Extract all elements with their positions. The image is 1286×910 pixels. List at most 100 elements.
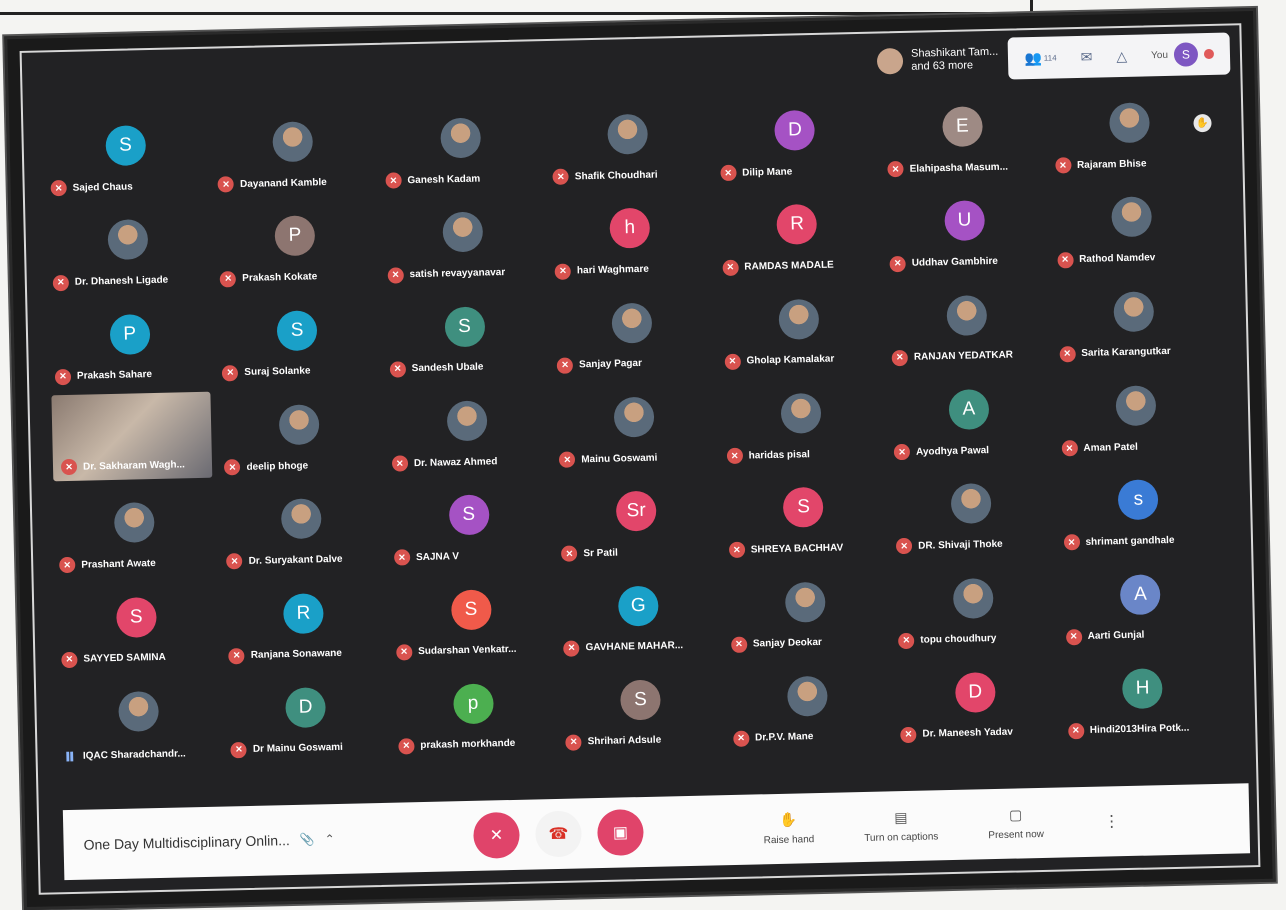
chat-icon[interactable]: ✉ [1080,48,1092,65]
participant-tile[interactable]: A ✕ Ayodhya Pawal [884,368,1054,466]
camera-toggle-button[interactable]: ▣ [596,809,644,857]
participant-tile[interactable]: ✕ Shafik Choudhari [543,93,713,191]
mic-off-icon: ✕ [889,255,906,272]
participant-tile[interactable]: D ✕ Dr Mainu Goswami [221,666,391,764]
participant-photo [1113,291,1155,332]
participant-tile[interactable]: p ✕ prakash morkhande [388,663,558,761]
participant-tile[interactable]: D ✕ Dr. Maneesh Yadav [891,651,1061,749]
more-vert-icon[interactable]: ⋮ [1103,811,1119,831]
participant-tile[interactable]: ✕ Rathod Namdev [1047,176,1217,274]
hangup-button[interactable]: ☎ [534,810,583,858]
participant-tile[interactable]: R ✕ RAMDAS MADALE [713,184,883,282]
mic-off-icon: ✕ [489,827,504,845]
raise-hand-button[interactable]: ✋ Raise hand [763,811,815,847]
participant-tile[interactable]: R ✕ Ranjana Sonawane [219,572,389,670]
participant-tile[interactable]: G ✕ GAVHANE MAHAR... [554,565,724,663]
participant-tile[interactable]: S ✕ SAYYED SAMINA [52,576,222,674]
participant-tile[interactable]: S ✕ Suraj Solanke [213,289,383,387]
participant-tile[interactable]: ✕ Rajaram Bhise ✋ [1045,82,1215,180]
participant-photo [113,502,155,544]
meeting-details[interactable]: One Day Multidisciplinary Onlin... 📎 ⌃ [83,829,403,853]
participant-name: Sr Patil [583,547,619,560]
participant-tile[interactable]: ✕ RANJAN YEDATKAR [882,274,1052,372]
participant-tile[interactable]: S ✕ Shrihari Adsule [556,659,726,757]
attachment-icon[interactable]: 📎 [300,832,315,846]
participant-label: ✕ SAJNA V [393,549,459,567]
participant-tile[interactable]: ✕ DR. Shivaji Thoke [886,463,1056,561]
participant-tile[interactable]: S ✕ SHREYA BACHHAV [719,467,889,565]
participant-tile[interactable]: S ✕ Sudarshan Venkatr... [386,568,556,666]
participant-tile[interactable]: ✕ Dr.P.V. Mane [723,655,893,753]
participant-tile[interactable]: ✕ Gholap Kamalakar [715,278,885,376]
participant-tile[interactable]: ✕ Ganesh Kadam [376,97,546,195]
participant-tile[interactable]: E ✕ Elahipasha Masum... [878,86,1048,184]
participant-avatar: p [452,683,494,725]
participant-tile[interactable]: S ✕ Sajed Chaus [41,105,211,203]
mic-off-icon: ✕ [59,557,76,574]
mic-toggle-button[interactable]: ✕ [472,811,521,859]
mic-off-icon: ✕ [896,538,913,555]
people-icon[interactable]: 👥 114 [1024,49,1057,67]
self-view[interactable]: You S [1150,42,1215,67]
participant-photo [441,211,483,253]
participant-name: Prashant Awate [81,557,156,571]
participant-photo [785,581,827,623]
participant-label: ✕ DR. Shivaji Thoke [896,536,1003,555]
participant-tile[interactable]: ✕ Prashant Awate [49,482,219,580]
participant-tile[interactable]: ✕ Dr. Suryakant Dalve [217,478,387,576]
participant-tile[interactable]: U ✕ Uddhav Gambhire [880,180,1050,278]
participant-name: Shafik Choudhari [574,169,658,183]
participant-tile[interactable]: S ✕ SAJNA V [384,474,554,572]
participant-tile[interactable]: P ✕ Prakash Kokate [210,195,380,293]
participant-label: ✕ hari Waghmare [554,261,649,280]
participant-tile[interactable]: H ✕ Hindi2013Hira Potk... [1058,647,1228,745]
participant-tile[interactable]: ✕ Aman Patel [1052,365,1222,463]
participant-tile[interactable]: ✕ Sanjay Pagar [547,282,717,380]
participant-name: RAMDAS MADALE [744,259,834,273]
participant-tile[interactable]: ✕ Sarita Karangutkar [1049,270,1219,368]
action-buttons: ✋ Raise hand ▤ Turn on captions ▢ Presen… [763,806,1044,846]
captions-button[interactable]: ▤ Turn on captions [864,808,939,845]
participant-name: Dr. Maneesh Yadav [922,727,1013,741]
you-label: You [1150,49,1169,61]
participant-label: ✕ Rathod Namdev [1056,250,1155,269]
participant-tile[interactable]: ✕ Dayanand Kamble [208,101,378,199]
participant-tile[interactable]: ▐▌ IQAC Sharadchandr... [54,670,224,768]
presenter-info[interactable]: Shashikant Tam... and 63 more [876,46,999,75]
participant-tile[interactable]: ✕ deelip bhoge [215,384,385,482]
participant-tile[interactable]: h ✕ hari Waghmare [545,188,715,286]
participant-tile[interactable]: ✕ Dr. Dhanesh Ligade [43,199,213,297]
participant-tile[interactable]: s ✕ shrimant gandhale [1054,459,1224,557]
participant-label: ✕ RANJAN YEDATKAR [891,347,1013,367]
participant-name: Dr Mainu Goswami [252,742,344,756]
mic-off-icon: ✕ [391,455,409,472]
participant-tile[interactable]: ✕ topu choudhury [889,557,1059,655]
participant-tile[interactable]: ✕ haridas pisal [717,372,887,470]
participant-tile[interactable]: ✕ Dr. Sakharam Wagh... [51,391,213,482]
mic-off-icon: ✕ [398,738,415,755]
activities-icon[interactable]: △ [1116,47,1127,64]
participant-name: satish revayyanavar [409,267,506,281]
participant-tile[interactable]: Sr ✕ Sr Patil [552,470,722,568]
raise-hand-label: Raise hand [763,834,815,847]
participant-photo [1115,385,1157,427]
participant-tile[interactable]: ✕ satish revayyanavar [378,191,548,289]
participant-avatar: E [941,106,983,148]
mic-off-icon: ✕ [387,266,404,284]
present-button[interactable]: ▢ Present now [988,806,1044,841]
chevron-up-icon[interactable]: ⌃ [325,832,335,846]
participant-label: ✕ Shrihari Adsule [565,733,662,751]
captions-label: Turn on captions [864,831,939,845]
participant-tile[interactable]: D ✕ Dilip Mane [710,90,880,188]
participant-tile[interactable]: ✕ Dr. Nawaz Ahmed [382,380,552,478]
participant-name: Rajaram Bhise [1076,158,1147,171]
participant-tile[interactable]: A ✕ Aarti Gunjal [1056,553,1226,651]
participant-tile[interactable]: ✕ Mainu Goswami [549,376,719,474]
participant-tile[interactable]: S ✕ Sandesh Ubale [380,286,550,384]
participant-label: ✕ Dr. Nawaz Ahmed [391,453,498,472]
participant-avatar: H [1122,668,1164,709]
mic-off-icon: ✕ [893,444,911,461]
participant-tile[interactable]: P ✕ Prakash Sahare [45,293,215,391]
participant-tile[interactable]: ✕ Sanjay Deokar [721,561,891,659]
participant-label: ✕ Gholap Kamalakar [724,351,834,370]
